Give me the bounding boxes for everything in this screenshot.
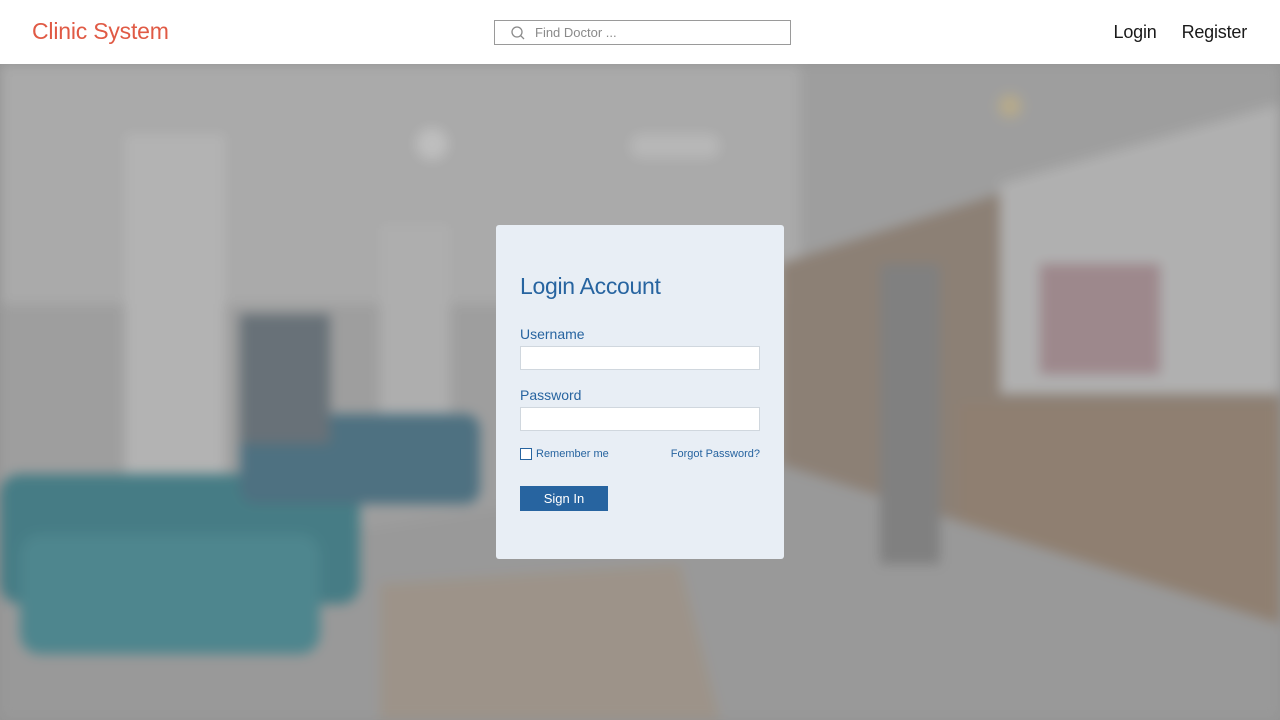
remember-me-label: Remember me xyxy=(536,448,609,460)
password-label: Password xyxy=(520,387,582,403)
remember-me-checkbox[interactable] xyxy=(520,448,532,460)
search-icon xyxy=(511,25,525,40)
top-navbar: Clinic System Login Register xyxy=(0,0,1280,64)
sign-in-button[interactable]: Sign In xyxy=(520,486,608,511)
search-box[interactable] xyxy=(494,20,791,45)
login-title: Login Account xyxy=(520,273,661,299)
username-label: Username xyxy=(520,326,585,342)
nav-login-link[interactable]: Login xyxy=(1114,22,1157,43)
remember-me-group[interactable]: Remember me xyxy=(520,448,609,460)
nav-register-link[interactable]: Register xyxy=(1182,22,1248,43)
username-field[interactable] xyxy=(520,346,760,370)
search-input[interactable] xyxy=(535,25,775,40)
password-field[interactable] xyxy=(520,407,760,431)
brand-logo-text[interactable]: Clinic System xyxy=(32,18,169,45)
forgot-password-link[interactable]: Forgot Password? xyxy=(671,448,760,460)
login-card: Login Account Username Password Remember… xyxy=(496,225,784,559)
nav-links: Login Register xyxy=(1114,22,1248,43)
